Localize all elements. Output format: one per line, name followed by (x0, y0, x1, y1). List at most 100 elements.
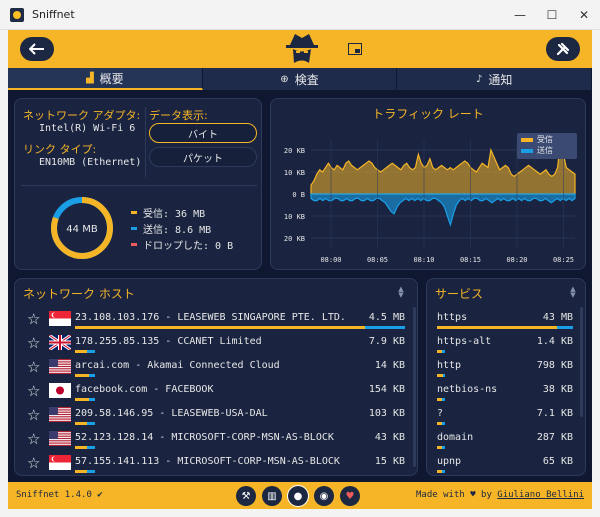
legend-incoming-label: 受信 (537, 134, 553, 144)
host-traffic-bar (75, 374, 95, 377)
host-bar-outgoing (88, 374, 95, 377)
traffic-rate-panel: トラフィック レート 20 KB 10 KB 0 B 10 KB 20 KB 08:00 0… (270, 98, 586, 270)
maximize-button[interactable]: ☐ (536, 0, 568, 30)
host-row[interactable]: ☆ 52.123.128.14 - MICROSOFT-CORP-MSN-AS-B… (27, 427, 405, 451)
host-row[interactable]: ☆ 57.155.141.113 - MICROSOFT-CORP-MSN-AS-… (27, 451, 405, 475)
host-value: 14 KB (374, 360, 405, 371)
rss-icon[interactable]: ◉ (314, 486, 334, 506)
tab-inspect-label: 検査 (294, 72, 319, 87)
tab-overview[interactable]: ▟ 概要 (8, 68, 203, 90)
bytes-toggle[interactable]: バイト (149, 123, 257, 143)
service-row[interactable]: netbios-ns 38 KB (437, 379, 573, 403)
hosts-scrollbar[interactable] (413, 307, 416, 467)
github-icon[interactable]: ● (287, 485, 309, 507)
summary-panel: ネットワーク アダプタ: Intel(R) Wi-Fi 6 AX201 160M… (14, 98, 262, 270)
chart-icon: ▟ (85, 72, 94, 84)
close-button[interactable]: ✕ (568, 0, 600, 30)
service-name: ? (437, 408, 444, 419)
app-footer: Sniffnet 1.4.0 ✔ ⚒ ▥ ● ◉ ♥ Made with ♥ b… (8, 482, 592, 509)
y-tick-label: 20 KB (284, 147, 305, 155)
donut-center-text: 44 MB (66, 224, 98, 235)
packets-toggle[interactable]: パケット (149, 147, 257, 167)
host-row[interactable]: ☆ arcai.com - Akamai Connected Cloud 14 KB (27, 355, 405, 379)
host-row[interactable]: ☆ facebook.com - FACEBOOK 154 KB (27, 379, 405, 403)
sniffnet-logo (286, 34, 318, 63)
service-row[interactable]: https 43 MB (437, 307, 573, 331)
service-row[interactable]: http 798 KB (437, 355, 573, 379)
host-bar-outgoing (86, 422, 95, 425)
window-title: Sniffnet (32, 8, 75, 21)
host-traffic-bar (75, 398, 95, 401)
author-link[interactable]: Giuliano Bellini (497, 490, 584, 500)
favorite-star-icon[interactable]: ☆ (27, 406, 40, 424)
sort-icon[interactable]: ▲ ▼ (569, 286, 577, 299)
service-bar-outgoing (441, 398, 446, 401)
favorite-star-icon[interactable]: ☆ (27, 358, 40, 376)
country-flag-icon (49, 407, 71, 422)
host-traffic-bar (75, 422, 95, 425)
x-tick-label: 08:05 (367, 256, 388, 264)
wiki-icon[interactable]: ⚒ (236, 486, 256, 506)
bell-icon: ♪ (475, 73, 483, 85)
wrench-icon (556, 42, 570, 56)
adapter-label: ネットワーク アダプタ: (23, 109, 141, 122)
favorite-star-icon[interactable]: ☆ (27, 310, 40, 328)
host-value: 103 KB (368, 408, 405, 419)
services-scrollbar[interactable] (580, 307, 583, 417)
dropped-swatch (131, 243, 137, 246)
outgoing-total: 送信: 8.6 MB (131, 221, 211, 236)
service-name: http (437, 360, 462, 371)
host-value: 4.5 MB (368, 312, 405, 323)
divider (145, 107, 146, 177)
service-traffic-bar (437, 422, 446, 425)
x-tick-label: 08:20 (506, 256, 527, 264)
service-row[interactable]: domain 287 KB (437, 427, 573, 451)
favorite-star-icon[interactable]: ☆ (27, 382, 40, 400)
window-titlebar: Sniffnet — ☐ ✕ (0, 0, 600, 30)
service-traffic-bar (437, 374, 446, 377)
services-title: サービス (435, 287, 484, 301)
host-value: 43 KB (374, 432, 405, 443)
service-value: 38 KB (542, 384, 573, 395)
book-icon[interactable]: ▥ (262, 486, 282, 506)
back-arrow-icon (29, 43, 44, 55)
tab-notifications[interactable]: ♪ 通知 (397, 68, 593, 90)
outgoing-swatch (131, 227, 137, 230)
favorite-star-icon[interactable]: ☆ (27, 334, 40, 352)
favorite-star-icon[interactable]: ☆ (27, 430, 40, 448)
tab-notifications-label: 通知 (488, 72, 513, 87)
host-traffic-bar (75, 446, 95, 449)
heart-icon: ♥ (470, 490, 476, 500)
minimize-button[interactable]: — (504, 0, 536, 30)
favorite-star-icon[interactable]: ☆ (27, 454, 40, 472)
by-text: by (481, 490, 492, 500)
divider (21, 185, 257, 186)
host-name: facebook.com - FACEBOOK (75, 384, 214, 395)
thumbnail-mode-icon[interactable] (348, 43, 362, 55)
host-value: 15 KB (374, 456, 405, 467)
app-icon (10, 7, 24, 22)
back-button[interactable] (20, 37, 54, 61)
tab-inspect[interactable]: ⊕ 検査 (202, 68, 398, 90)
sort-icon[interactable]: ▲ ▼ (397, 286, 405, 299)
service-bar-outgoing (442, 374, 446, 377)
tab-overview-label: 概要 (99, 71, 124, 86)
host-bar-incoming (75, 326, 366, 329)
service-row[interactable]: upnp 65 KB (437, 451, 573, 475)
host-row[interactable]: ☆ 209.58.146.95 - LEASEWEB-USA-DAL 103 KB (27, 403, 405, 427)
x-tick-label: 08:00 (320, 256, 341, 264)
link-type-value: EN10MB (Ethernet) (39, 157, 142, 168)
host-row[interactable]: ☆ 178.255.85.135 - CCANET Limited 7.9 KB (27, 331, 405, 355)
sponsor-heart-icon[interactable]: ♥ (340, 486, 360, 506)
service-row[interactable]: https-alt 1.4 KB (437, 331, 573, 355)
service-traffic-bar (437, 398, 446, 401)
host-name: 178.255.85.135 - CCANET Limited (75, 336, 262, 347)
checkmark-icon: ✔ (97, 490, 103, 500)
country-flag-icon (49, 335, 71, 350)
series-area-outgoing (310, 193, 576, 227)
service-bar-outgoing (441, 470, 446, 473)
host-row[interactable]: ☆ 23.108.103.176 - LEASEWEB SINGAPORE PTE… (27, 307, 405, 331)
service-traffic-bar (437, 326, 573, 329)
service-row[interactable]: ? 7.1 KB (437, 403, 573, 427)
settings-button[interactable] (546, 37, 580, 61)
